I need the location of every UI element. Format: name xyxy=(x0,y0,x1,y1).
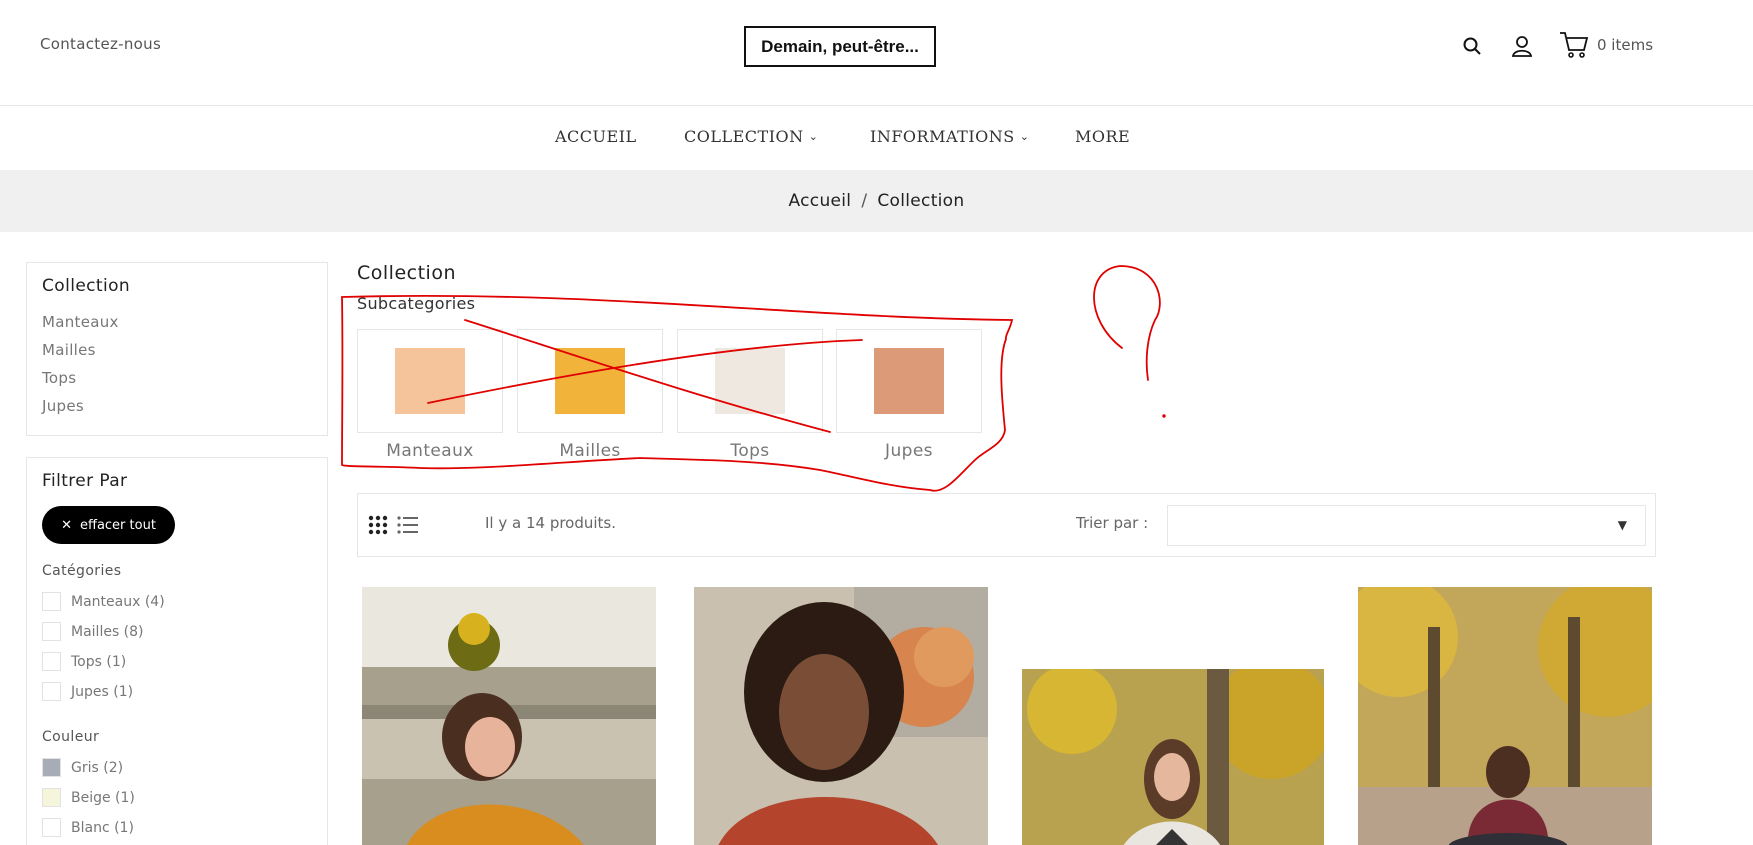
sidebar-filters: Filtrer Par ✕ effacer tout Catégories Ma… xyxy=(26,457,328,845)
search-icon[interactable] xyxy=(1459,33,1485,59)
filter-title: Filtrer Par xyxy=(42,471,128,491)
clear-all-label: effacer tout xyxy=(79,517,156,533)
subcategory-image xyxy=(395,348,465,414)
cart-count[interactable]: 0 items xyxy=(1597,36,1653,54)
cart-icon[interactable] xyxy=(1559,30,1589,60)
annotation-dot xyxy=(1162,414,1166,418)
facet-label: Manteaux (4) xyxy=(71,593,165,610)
product-toolbar: Il y a 14 produits. Trier par : ▼ xyxy=(357,493,1656,557)
nav-label: ACCUEIL xyxy=(555,127,637,146)
color-swatch[interactable] xyxy=(42,788,61,807)
sidebar-item-mailles[interactable]: Mailles xyxy=(42,341,96,359)
product-card[interactable] xyxy=(1022,669,1324,845)
subcategory-label-manteaux[interactable]: Manteaux xyxy=(357,441,503,461)
sort-select[interactable]: ▼ xyxy=(1167,505,1646,546)
facet-label: Tops (1) xyxy=(71,653,127,670)
sidebar-item-tops[interactable]: Tops xyxy=(42,369,76,387)
product-image xyxy=(694,587,988,845)
chevron-down-icon: ⌄ xyxy=(808,130,819,143)
product-image xyxy=(1358,587,1652,845)
page-title: Collection xyxy=(357,262,456,284)
annotation-question-mark xyxy=(1093,265,1161,381)
checkbox[interactable] xyxy=(42,682,61,701)
subcategory-label-mailles[interactable]: Mailles xyxy=(517,441,663,461)
sidebar-title: Collection xyxy=(42,276,131,296)
facet-category-mailles[interactable]: Mailles (8) xyxy=(42,622,144,641)
product-card[interactable] xyxy=(362,587,656,845)
site-logo[interactable]: Demain, peut-être... xyxy=(744,26,936,67)
subcategory-card-mailles[interactable] xyxy=(517,329,663,433)
caret-down-icon: ▼ xyxy=(1617,518,1627,532)
subcategory-label-tops[interactable]: Tops xyxy=(677,441,823,461)
nav-item-more[interactable]: MORE xyxy=(1075,127,1130,146)
facet-category-manteaux[interactable]: Manteaux (4) xyxy=(42,592,165,611)
subcategories-title: Subcategories xyxy=(357,294,476,313)
product-image xyxy=(1022,669,1324,845)
breadcrumb-separator: / xyxy=(861,191,868,211)
product-count: Il y a 14 produits. xyxy=(485,514,617,532)
contact-link[interactable]: Contactez-nous xyxy=(40,35,161,53)
sidebar-item-manteaux[interactable]: Manteaux xyxy=(42,313,119,331)
categories-title: Catégories xyxy=(42,563,122,579)
facet-label: Blanc (1) xyxy=(71,819,134,836)
facet-label: Beige (1) xyxy=(71,789,135,806)
list-view-icon[interactable] xyxy=(397,515,418,539)
product-card[interactable] xyxy=(694,587,988,845)
facet-label: Gris (2) xyxy=(71,759,124,776)
subcategory-image xyxy=(874,348,944,414)
subcategory-card-manteaux[interactable] xyxy=(357,329,503,433)
facet-category-tops[interactable]: Tops (1) xyxy=(42,652,126,671)
sidebar-collection: Collection Manteaux Mailles Tops Jupes xyxy=(26,262,328,436)
breadcrumb-home[interactable]: Accueil xyxy=(789,191,852,211)
color-swatch[interactable] xyxy=(42,758,61,777)
nav-item-collection[interactable]: COLLECTION ⌄ xyxy=(684,127,818,146)
subcategory-image xyxy=(715,348,785,414)
checkbox[interactable] xyxy=(42,652,61,671)
facet-category-jupes[interactable]: Jupes (1) xyxy=(42,682,133,701)
nav-item-informations[interactable]: INFORMATIONS ⌄ xyxy=(870,127,1029,146)
subcategory-card-tops[interactable] xyxy=(677,329,823,433)
user-icon[interactable] xyxy=(1509,33,1535,59)
subcategory-image xyxy=(555,348,625,414)
facet-label: Jupes (1) xyxy=(71,683,134,700)
breadcrumb-current: Collection xyxy=(877,191,965,211)
product-image xyxy=(362,587,656,845)
nav-label: MORE xyxy=(1075,127,1131,146)
color-title: Couleur xyxy=(42,729,100,745)
facet-color-beige[interactable]: Beige (1) xyxy=(42,788,135,807)
color-swatch[interactable] xyxy=(42,818,61,837)
close-icon: ✕ xyxy=(61,517,72,533)
nav-label: COLLECTION xyxy=(684,127,804,146)
nav-item-accueil[interactable]: ACCUEIL xyxy=(555,127,637,146)
site-header: Contactez-nous Demain, peut-être... 0 it… xyxy=(0,0,1753,106)
grid-view-icon[interactable] xyxy=(368,515,388,539)
chevron-down-icon: ⌄ xyxy=(1019,130,1030,143)
clear-all-button[interactable]: ✕ effacer tout xyxy=(42,506,175,544)
sort-label: Trier par : xyxy=(1076,514,1149,532)
facet-label: Mailles (8) xyxy=(71,623,144,640)
main-nav: ACCUEIL COLLECTION ⌄ INFORMATIONS ⌄ MORE xyxy=(0,107,1753,170)
breadcrumb: Accueil / Collection xyxy=(0,170,1753,232)
checkbox[interactable] xyxy=(42,622,61,641)
subcategory-card-jupes[interactable] xyxy=(836,329,982,433)
facet-color-gris[interactable]: Gris (2) xyxy=(42,758,123,777)
subcategory-label-jupes[interactable]: Jupes xyxy=(836,441,982,461)
nav-label: INFORMATIONS xyxy=(870,127,1015,146)
product-card[interactable] xyxy=(1358,587,1652,845)
checkbox[interactable] xyxy=(42,592,61,611)
sidebar-item-jupes[interactable]: Jupes xyxy=(42,397,84,415)
facet-color-blanc[interactable]: Blanc (1) xyxy=(42,818,134,837)
